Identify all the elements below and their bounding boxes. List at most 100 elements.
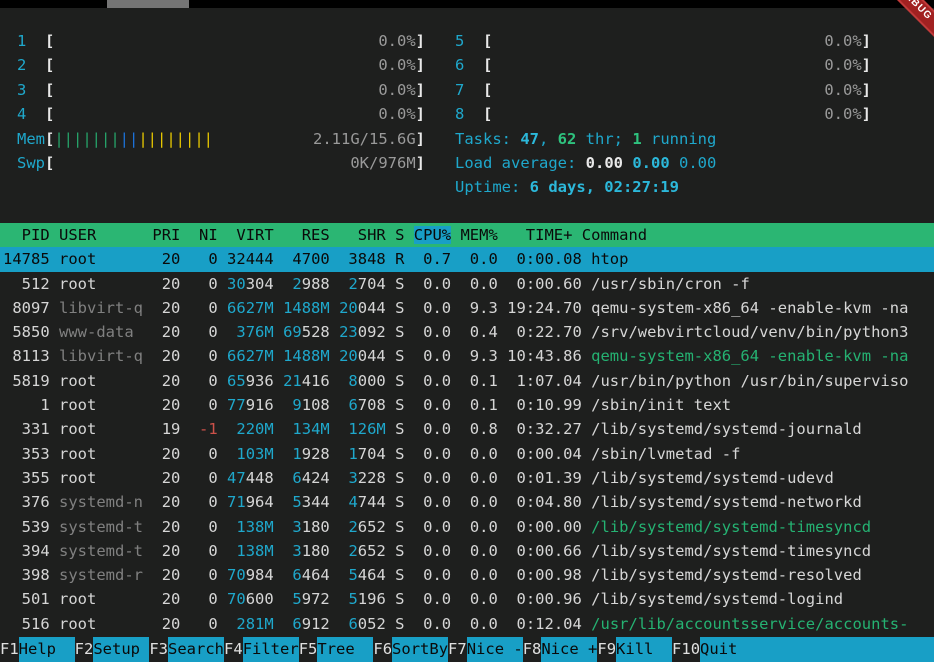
cell-command: /lib/systemd/systemd-timesyncd (591, 542, 871, 560)
column-header-user[interactable]: USER (59, 226, 143, 244)
meter-open-bracket: [ (45, 102, 54, 126)
column-header-ni[interactable]: NI (190, 226, 218, 244)
cell-shr: 8 (348, 372, 357, 390)
cell-res: 9 (292, 396, 301, 414)
fkey-f9[interactable]: F9 (597, 637, 616, 662)
column-header-shr[interactable]: SHR (339, 226, 386, 244)
fkey-label-help[interactable]: Help (19, 637, 75, 662)
cell-time: 0:00.66 (507, 542, 582, 560)
fkey-label-nice[interactable]: Nice - (467, 637, 523, 662)
cell-res: 2 (292, 275, 301, 293)
cell-time: 0:00.98 (507, 566, 582, 584)
cell-cpu-percent: 0.0 (414, 347, 451, 365)
process-row-376[interactable]: 376 systemd-n 20 0 71964 5344 4744 S 0.0… (0, 490, 934, 514)
meter-bar-area (54, 78, 378, 102)
process-row-394[interactable]: 394 systemd-t 20 0 138M 3180 2652 S 0.0 … (0, 539, 934, 563)
cell-mem-percent: 0.0 (460, 615, 497, 633)
fkey-f1[interactable]: F1 (0, 637, 19, 662)
meter-close-bracket: ] (862, 78, 871, 102)
cell-shr: 704 (358, 445, 386, 463)
cell-time: 0:00.04 (507, 445, 582, 463)
tasks-line-segment: 47 (520, 130, 539, 148)
cell-cpu-percent: 0.0 (414, 590, 451, 608)
cell-res: 928 (302, 445, 330, 463)
cpu-meter-4: 4 [0.0%] (17, 102, 425, 126)
cpu-meter-8: 8 [0.0%] (455, 102, 871, 126)
process-row-5819[interactable]: 5819 root 20 0 65936 21416 8000 S 0.0 0.… (0, 369, 934, 393)
tasks-line-segment: 62 (558, 130, 577, 148)
fkey-f4[interactable]: F4 (224, 637, 243, 662)
meter-close-bracket: ] (416, 53, 425, 77)
column-header-mem[interactable]: MEM% (460, 226, 497, 244)
cell-pid: 398 (3, 566, 50, 584)
column-header-cpu[interactable]: CPU% (414, 226, 451, 244)
fkey-label-tree[interactable]: Tree (317, 637, 373, 662)
fkey-label-filter[interactable]: Filter (243, 637, 299, 662)
process-row-14785[interactable]: 14785 root 20 0 32444 4700 3848 R 0.7 0.… (0, 247, 934, 271)
cell-command: /sbin/init text (591, 396, 731, 414)
process-row-8113[interactable]: 8113 libvirt-q 20 0 6627M 1488M 20044 S … (0, 344, 934, 368)
fkey-label-kill[interactable]: Kill (616, 637, 672, 662)
cell-virt: 304 (246, 275, 274, 293)
cell-cpu-percent: 0.0 (414, 615, 451, 633)
process-row-331[interactable]: 331 root 19 -1 220M 134M 126M S 0.0 0.8 … (0, 417, 934, 441)
meter-bar-area (492, 29, 824, 53)
cell-virt: 70 (227, 566, 246, 584)
meter-value: 0.0% (824, 53, 861, 77)
cell-res: 21 (283, 372, 302, 390)
cell-res: 3 (292, 542, 301, 560)
process-row-5850[interactable]: 5850 www-data 20 0 376M 69528 23092 S 0.… (0, 320, 934, 344)
process-row-8097[interactable]: 8097 libvirt-q 20 0 6627M 1488M 20044 S … (0, 296, 934, 320)
meter-bar-segment: ||||||| (54, 130, 119, 148)
fkey-f10[interactable]: F10 (672, 637, 700, 662)
process-row-353[interactable]: 353 root 20 0 103M 1928 1704 S 0.0 0.0 0… (0, 442, 934, 466)
column-header-virt[interactable]: VIRT (227, 226, 274, 244)
column-header-command[interactable]: Command (582, 226, 647, 244)
fkey-f3[interactable]: F3 (149, 637, 168, 662)
fkey-f8[interactable]: F8 (523, 637, 542, 662)
fkey-f6[interactable]: F6 (373, 637, 392, 662)
fkey-label-sortby[interactable]: SortBy (392, 637, 448, 662)
tasks-line-segment: , (539, 130, 558, 148)
column-header-pid[interactable]: PID (3, 226, 50, 244)
cpu-meter-7: 7 [0.0%] (455, 78, 871, 102)
process-row-355[interactable]: 355 root 20 0 47448 6424 3228 S 0.0 0.0 … (0, 466, 934, 490)
column-header-pri[interactable]: PRI (152, 226, 180, 244)
cell-ni: 0 (190, 445, 218, 463)
meter-value: 0.0% (824, 78, 861, 102)
fkey-f7[interactable]: F7 (448, 637, 467, 662)
fkey-f5[interactable]: F5 (299, 637, 318, 662)
cell-res: 528 (302, 323, 330, 341)
fkey-label-nice[interactable]: Nice + (541, 637, 597, 662)
process-row-1[interactable]: 1 root 20 0 77916 9108 6708 S 0.0 0.1 0:… (0, 393, 934, 417)
top-scrollbar-thumb[interactable] (107, 0, 189, 8)
column-separator (386, 226, 395, 244)
cell-res: 3 (292, 518, 301, 536)
process-table-header[interactable]: PID USER PRI NI VIRT RES SHR S CPU% MEM%… (0, 223, 934, 247)
cell-pid: 394 (3, 542, 50, 560)
process-row-516[interactable]: 516 root 20 0 281M 6912 6052 S 0.0 0.0 0… (0, 612, 934, 636)
cell-time: 0:00.08 (507, 250, 582, 268)
cell-ni: 0 (190, 299, 218, 317)
process-row-539[interactable]: 539 systemd-t 20 0 138M 3180 2652 S 0.0 … (0, 515, 934, 539)
fkey-label-search[interactable]: Search (168, 637, 224, 662)
cell-time: 0:10.99 (507, 396, 582, 414)
cell-shr: 2 (348, 542, 357, 560)
load-average-line-segment: 0.00 (586, 154, 623, 172)
cell-shr: 20 (339, 299, 358, 317)
cell-virt: 138M (236, 542, 273, 560)
cell-virt: 77 (227, 396, 246, 414)
fkey-label-setup[interactable]: Setup (93, 637, 149, 662)
meter-value: 2.11G/15.6G (313, 127, 416, 151)
process-row-512[interactable]: 512 root 20 0 30304 2988 2704 S 0.0 0.0 … (0, 272, 934, 296)
column-header-time[interactable]: TIME+ (507, 226, 582, 244)
column-header-res[interactable]: RES (283, 226, 330, 244)
meter-open-bracket: [ (45, 78, 54, 102)
fkey-f2[interactable]: F2 (75, 637, 94, 662)
process-row-501[interactable]: 501 root 20 0 70600 5972 5196 S 0.0 0.0 … (0, 587, 934, 611)
cell-virt (227, 542, 236, 560)
fkey-label-quit[interactable]: Quit (700, 637, 934, 662)
cell-res (283, 250, 292, 268)
cell-user: www-data (59, 323, 143, 341)
process-row-398[interactable]: 398 systemd-r 20 0 70984 6464 5464 S 0.0… (0, 563, 934, 587)
